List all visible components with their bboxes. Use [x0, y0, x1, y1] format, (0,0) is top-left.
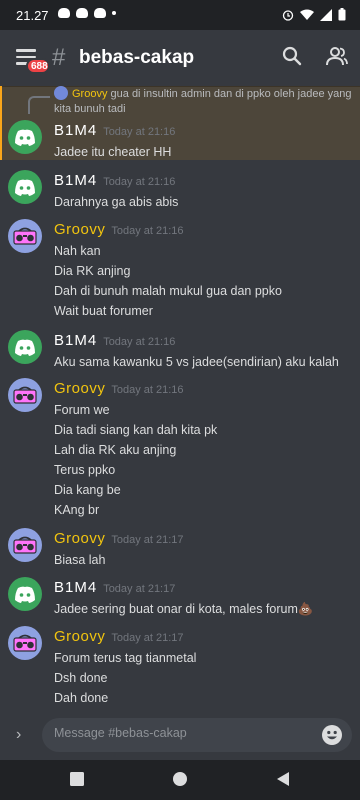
message-text: Terus ppko [54, 463, 116, 477]
alarm-icon [282, 9, 294, 21]
reply-avatar [54, 86, 68, 100]
emoji-icon[interactable] [322, 725, 342, 745]
unread-badge: 6882 [26, 58, 50, 74]
message-author[interactable]: B1M4 Today at 21:17 [54, 579, 175, 596]
discord-logo-icon [15, 179, 35, 196]
channel-title[interactable]: bebas-cakap [79, 47, 194, 69]
message-text: Dsh done [54, 671, 108, 685]
author-name[interactable]: B1M4 [54, 122, 97, 139]
status-bar: 21.27 [0, 0, 360, 30]
message-input-container[interactable] [42, 718, 352, 752]
message-text: Dah di bunuh malah mukul gua dan ppko [54, 284, 282, 298]
discord-notification-icon [94, 8, 106, 18]
signal-icon [320, 8, 332, 21]
message-text: Lah dia RK aku anjing [54, 443, 177, 457]
system-icons [282, 8, 346, 21]
battery-icon [338, 8, 346, 21]
avatar[interactable] [8, 120, 42, 154]
channel-header: 6882 # bebas-cakap [0, 30, 360, 86]
more-notifications-icon [112, 11, 116, 15]
avatar[interactable] [8, 330, 42, 364]
message-author[interactable]: Groovy Today at 21:16 [54, 221, 184, 238]
message-timestamp: Today at 21:16 [103, 126, 176, 138]
author-name[interactable]: Groovy [54, 530, 105, 547]
author-name[interactable]: B1M4 [54, 172, 97, 189]
search-icon[interactable] [282, 46, 302, 66]
message-timestamp: Today at 21:16 [111, 225, 184, 237]
message-text: Dia RK anjing [54, 264, 131, 278]
discord-logo-icon [15, 129, 35, 146]
notification-icons [58, 8, 116, 18]
avatar[interactable] [8, 577, 42, 611]
status-time: 21.27 [16, 8, 49, 23]
reply-connector [28, 96, 50, 114]
avatar[interactable] [8, 378, 42, 412]
message-text: Aku sama kawanku 5 vs jadee(sendirian) a… [54, 355, 339, 369]
message-author[interactable]: Groovy Today at 21:16 [54, 380, 184, 397]
message-timestamp: Today at 21:16 [103, 176, 176, 188]
author-name[interactable]: B1M4 [54, 332, 97, 349]
nav-recents-icon[interactable] [70, 772, 84, 786]
author-name[interactable]: Groovy [54, 221, 105, 238]
message-input[interactable] [54, 726, 314, 740]
author-name[interactable]: Groovy [54, 628, 105, 645]
message-text: Dah done [54, 691, 109, 705]
message-timestamp: Today at 21:16 [103, 336, 176, 348]
message-timestamp: Today at 21:17 [111, 632, 184, 644]
channel-hash-icon: # [52, 44, 66, 71]
discord-logo-icon [15, 339, 35, 356]
message-author[interactable]: Groovy Today at 21:17 [54, 530, 184, 547]
message-text: KAng br [54, 503, 100, 517]
wifi-icon [300, 9, 314, 20]
message-text: Dia tadi siang kan dah kita pk [54, 423, 218, 437]
reply-preview[interactable]: Groovy gua di insultin admin dan di ppko… [54, 86, 354, 117]
message-composer: › [0, 712, 360, 760]
message-text: Wait buat forumer [54, 304, 153, 318]
boombox-icon [13, 386, 37, 404]
avatar[interactable] [8, 219, 42, 253]
boombox-icon [13, 536, 37, 554]
nav-back-icon[interactable] [276, 772, 290, 786]
author-name[interactable]: B1M4 [54, 579, 97, 596]
message-text: Biasa lah [54, 553, 106, 567]
message-text: Jadee sering buat onar di kota, males fo… [54, 602, 314, 616]
discord-notification-icon [76, 8, 88, 18]
avatar[interactable] [8, 528, 42, 562]
boombox-icon [13, 227, 37, 245]
message-text: Jadee itu cheater HH [54, 145, 172, 159]
avatar[interactable] [8, 170, 42, 204]
message-text: Forum we [54, 403, 110, 417]
discord-logo-icon [15, 586, 35, 603]
members-icon[interactable] [326, 46, 348, 66]
expand-actions-button[interactable]: › [16, 726, 21, 744]
message-author[interactable]: B1M4 Today at 21:16 [54, 332, 175, 349]
message-author[interactable]: Groovy Today at 21:17 [54, 628, 184, 645]
nav-home-icon[interactable] [173, 772, 187, 786]
message-timestamp: Today at 21:16 [111, 384, 184, 396]
message-author[interactable]: B1M4 Today at 21:16 [54, 122, 175, 139]
message-list[interactable]: Groovy gua di insultin admin dan di ppko… [0, 86, 360, 712]
message-timestamp: Today at 21:17 [103, 583, 176, 595]
message-author[interactable]: B1M4 Today at 21:16 [54, 172, 175, 189]
message-text: Forum terus tag tianmetal [54, 651, 197, 665]
reply-author[interactable]: Groovy [72, 88, 107, 100]
message-text: Darahnya ga abis abis [54, 195, 179, 209]
message-text: Nah kan [54, 244, 101, 258]
boombox-icon [13, 634, 37, 652]
message-text: Dia kang be [54, 483, 121, 497]
avatar[interactable] [8, 626, 42, 660]
message-timestamp: Today at 21:17 [111, 534, 184, 546]
author-name[interactable]: Groovy [54, 380, 105, 397]
discord-notification-icon [58, 8, 70, 18]
android-nav-bar [0, 760, 360, 800]
